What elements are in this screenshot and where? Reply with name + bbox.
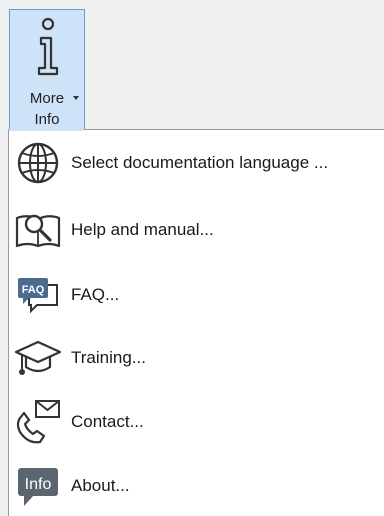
more-info-dropdown-menu: Select documentation language ... Help a… xyxy=(8,129,384,516)
graduation-cap-icon xyxy=(13,333,63,383)
menu-item-label: About... xyxy=(71,476,130,495)
contact-icon xyxy=(13,397,63,447)
info-icon xyxy=(37,17,59,76)
menu-item-label: Contact... xyxy=(71,412,144,431)
info-icon-text: Info xyxy=(25,476,52,493)
info-bubble-icon: Info xyxy=(13,461,63,511)
help-manual-icon xyxy=(13,205,63,255)
menu-item-label: Help and manual... xyxy=(71,220,214,239)
button-menu-join xyxy=(9,129,84,131)
menu-item-about[interactable]: Info About... xyxy=(9,458,384,514)
faq-icon: FAQ xyxy=(13,270,63,320)
chevron-down-icon xyxy=(73,96,79,100)
faq-icon-text: FAQ xyxy=(22,284,45,296)
globe-icon xyxy=(13,138,63,188)
menu-item-contact[interactable]: Contact... xyxy=(9,394,384,450)
more-info-button[interactable]: More Info xyxy=(9,9,85,129)
menu-item-faq[interactable]: FAQ FAQ... xyxy=(9,267,384,323)
menu-item-label: FAQ... xyxy=(71,285,120,304)
menu-item-label: Training... xyxy=(71,348,146,367)
menu-item-label: Select documentation language ... xyxy=(71,153,329,172)
menu-item-training[interactable]: Training... xyxy=(9,330,384,386)
menu-item-help-manual[interactable]: Help and manual... xyxy=(9,202,384,258)
menu-item-select-language[interactable]: Select documentation language ... xyxy=(9,135,384,191)
more-info-label-line2: Info xyxy=(34,111,60,128)
ribbon: More Info xyxy=(0,0,384,130)
